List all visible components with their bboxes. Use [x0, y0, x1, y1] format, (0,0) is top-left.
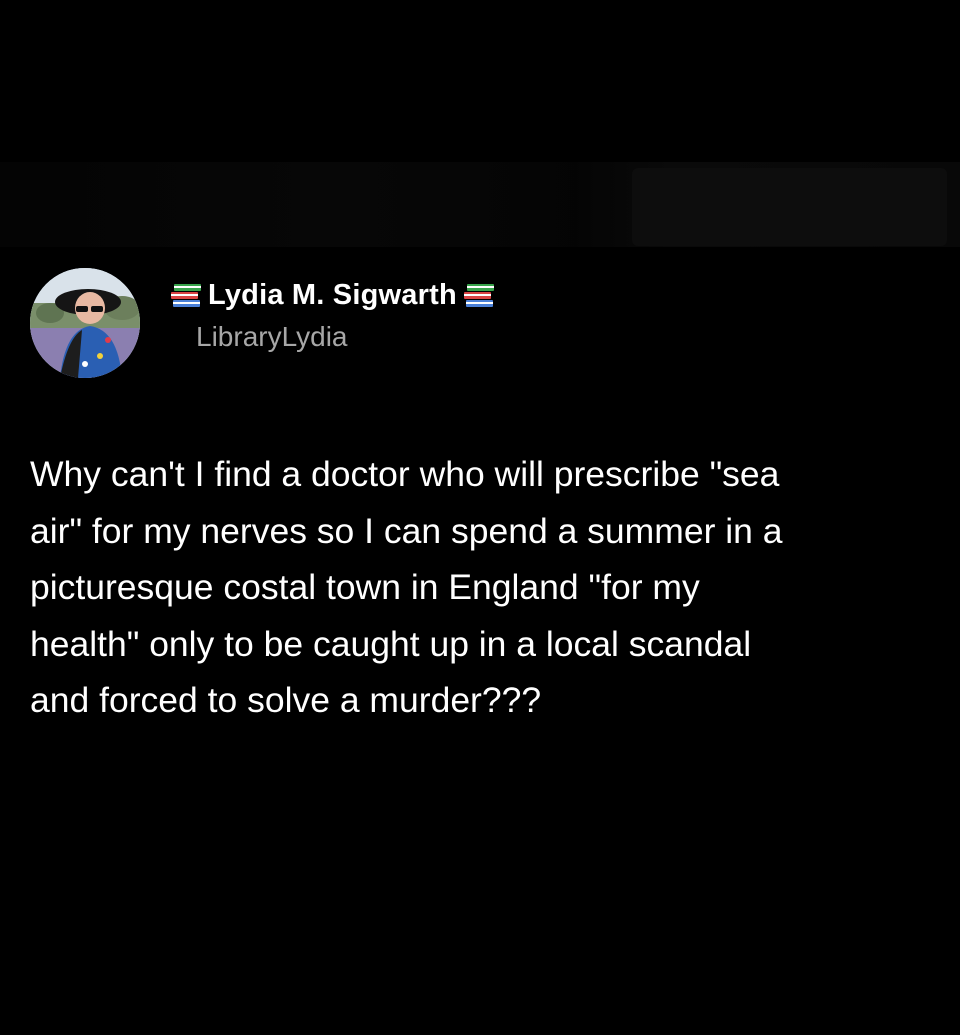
tweet-header: Lydia M. Sigwarth LibraryLydia: [30, 268, 930, 378]
faded-background-block: [632, 168, 947, 246]
author-names: Lydia M. Sigwarth LibraryLydia: [170, 277, 495, 355]
avatar-photo: [30, 268, 140, 378]
books-icon: [170, 280, 202, 310]
display-name-row[interactable]: Lydia M. Sigwarth: [170, 277, 495, 313]
books-icon: [463, 280, 495, 310]
tweet-text: Why can't I find a doctor who will presc…: [30, 454, 783, 720]
user-handle[interactable]: LibraryLydia: [196, 319, 495, 355]
display-name: Lydia M. Sigwarth: [208, 279, 457, 311]
tweet-card: Lydia M. Sigwarth LibraryLydia Why can't…: [30, 268, 930, 729]
avatar[interactable]: [30, 268, 140, 378]
